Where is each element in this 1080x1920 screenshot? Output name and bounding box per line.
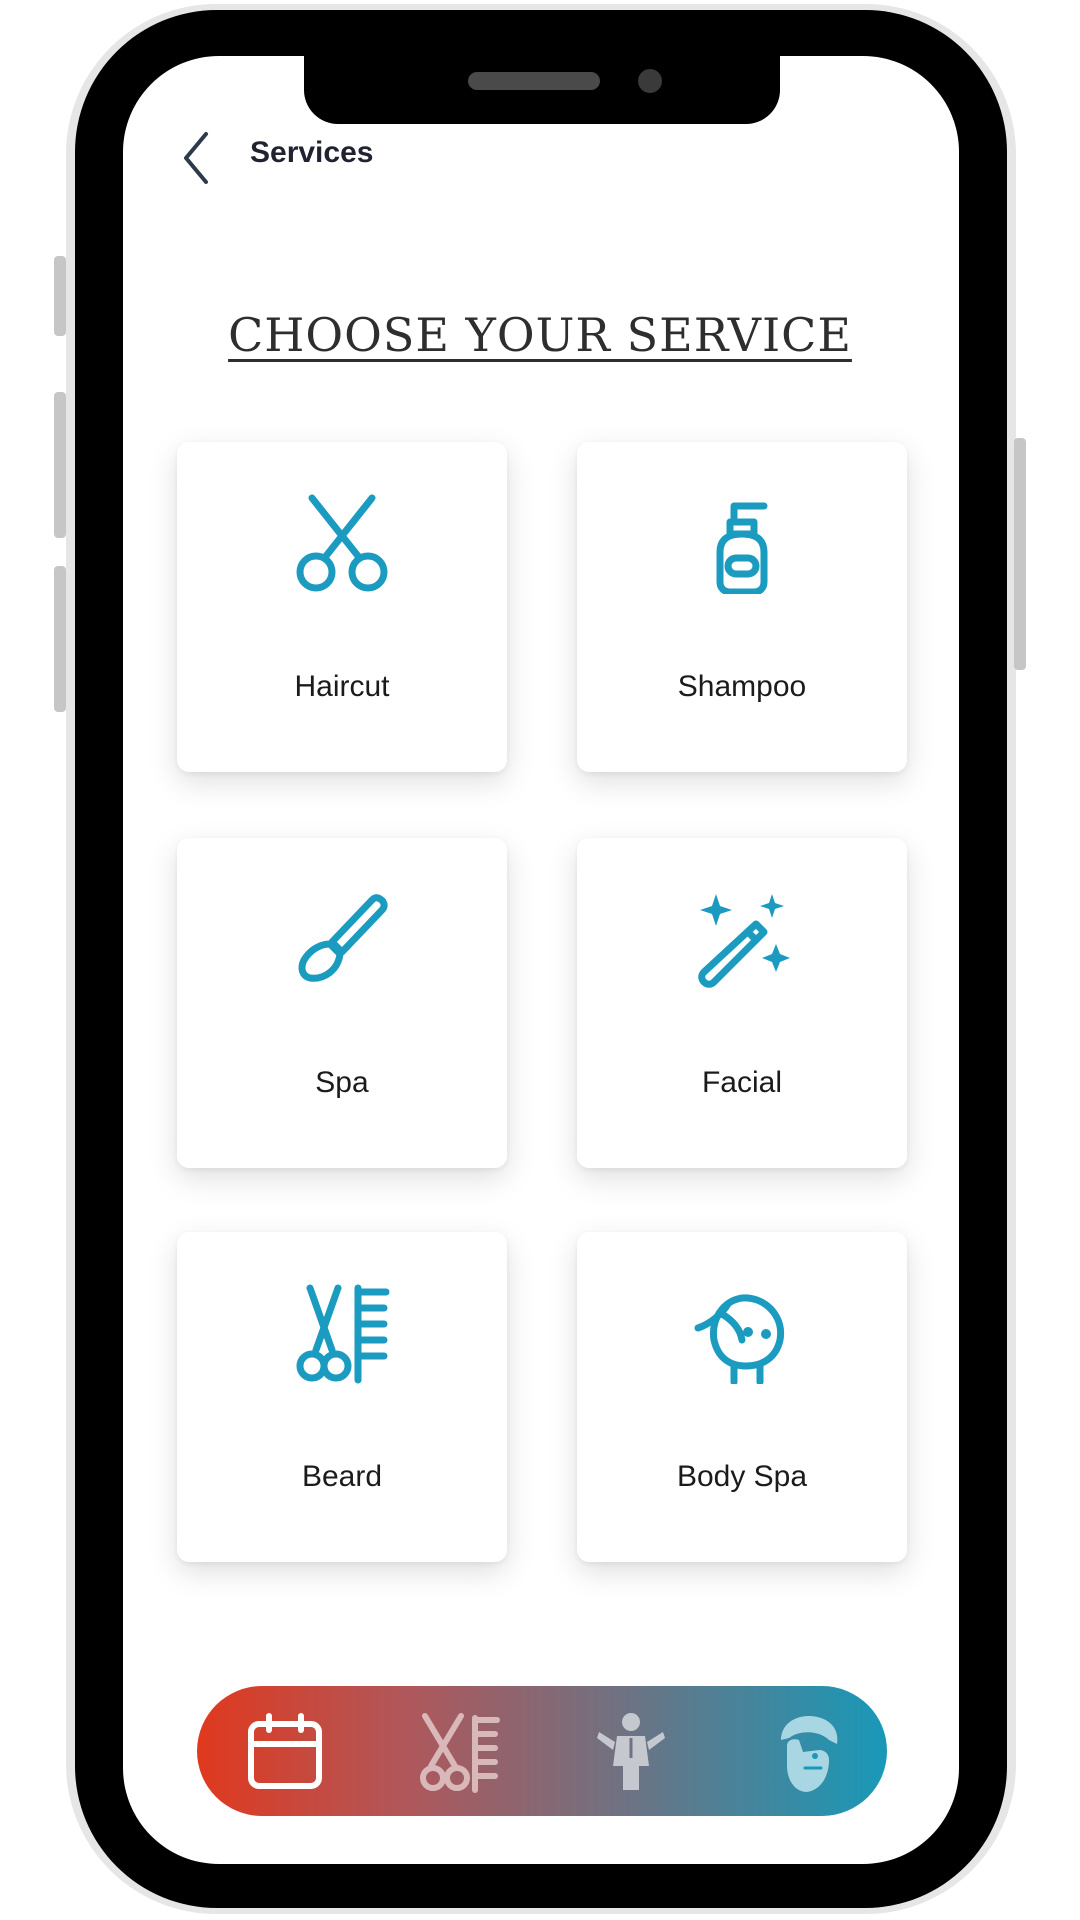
back-button[interactable] [176,130,216,186]
nav-item-stylists[interactable] [589,1710,673,1794]
side-button-volume-down [54,566,66,712]
side-button-mute [54,256,66,336]
service-card-spa[interactable]: Spa [177,838,507,1168]
side-button-power [1014,438,1026,670]
shampoo-bottle-icon [716,502,768,594]
service-card-beard[interactable]: Beard [177,1232,507,1562]
scissors-comb-icon [296,1284,390,1384]
service-label: Shampoo [677,670,807,703]
side-button-volume-up [54,392,66,538]
magic-wand-icon [698,894,790,988]
service-card-shampoo[interactable]: Shampoo [577,442,907,772]
speaker-grill [468,72,600,90]
scissors-icon [296,494,388,592]
service-card-facial[interactable]: Facial [577,838,907,1168]
service-label: Body Spa [676,1460,808,1493]
service-label: Spa [315,1066,369,1099]
service-label: Haircut [294,670,390,703]
section-heading: CHOOSE YOUR SERVICE [228,308,852,362]
bottom-nav-bar [197,1686,887,1816]
brush-icon [298,894,388,982]
page-title: Services [250,136,374,169]
nav-item-services[interactable] [417,1710,501,1794]
service-card-haircut[interactable]: Haircut [177,442,507,772]
front-camera [638,69,662,93]
nav-item-barbers[interactable] [763,1710,847,1794]
chevron-left-icon [184,132,208,184]
device-stage: Services CHOOSE YOUR SERVICE Haircut Sha… [0,0,1080,1920]
service-label: Facial [701,1066,783,1099]
scissors-comb-icon [420,1713,500,1793]
stylist-icon [597,1713,665,1790]
bearded-man-icon [781,1716,838,1792]
face-icon [694,1294,785,1384]
calendar-icon [248,1713,322,1789]
nav-item-appointments[interactable] [243,1710,327,1794]
service-label: Beard [301,1460,383,1493]
service-card-body-spa[interactable]: Body Spa [577,1232,907,1562]
